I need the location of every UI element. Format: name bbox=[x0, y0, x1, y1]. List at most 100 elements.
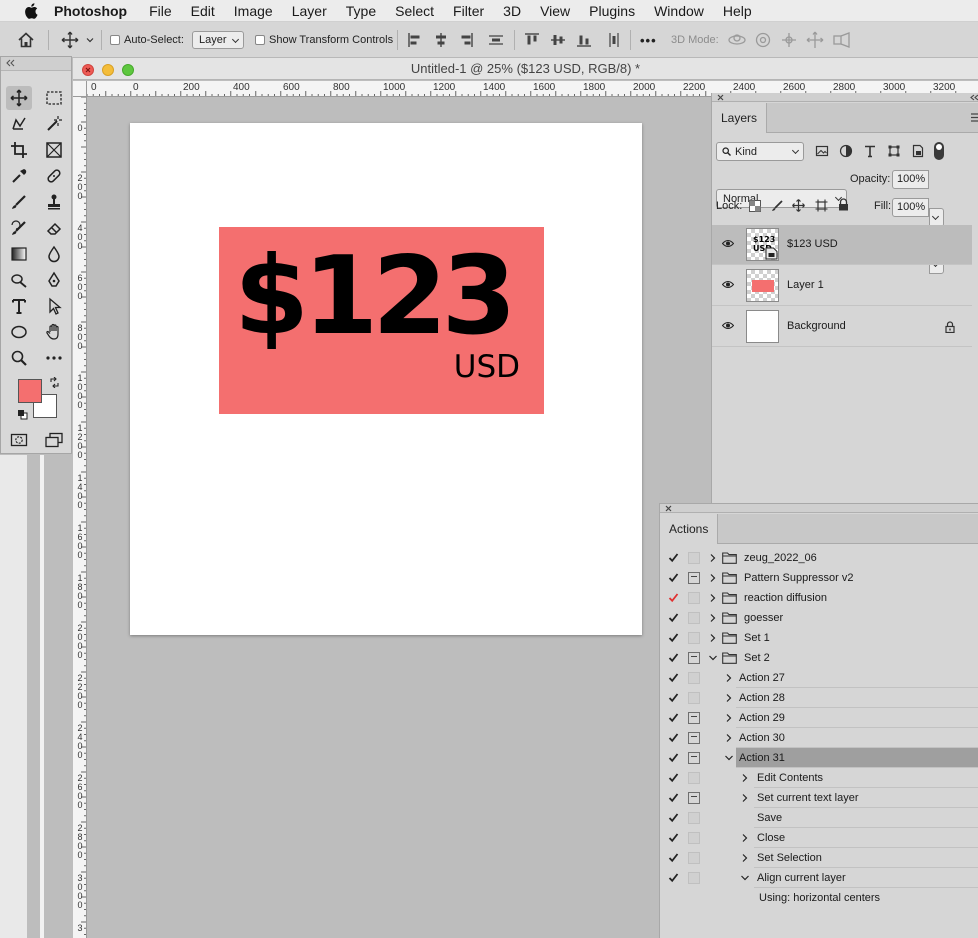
document-title-bar[interactable]: Untitled-1 @ 25% ($123 USD, RGB/8) * bbox=[73, 58, 978, 80]
3d-roll-icon[interactable] bbox=[754, 22, 772, 58]
action-set-row[interactable]: Set 2 bbox=[660, 648, 978, 668]
chevron-down-icon[interactable] bbox=[86, 22, 94, 58]
menu-type[interactable]: Type bbox=[346, 3, 376, 19]
toggle-item-checkmark-icon[interactable] bbox=[668, 752, 679, 763]
more-tools-icon[interactable] bbox=[41, 346, 67, 370]
3d-slide-icon[interactable] bbox=[806, 22, 824, 58]
dodge-tool-icon[interactable] bbox=[6, 268, 32, 292]
toggle-dialog-box[interactable] bbox=[688, 772, 700, 784]
eyedropper-tool-icon[interactable] bbox=[6, 164, 32, 188]
layers-panel-header[interactable] bbox=[712, 93, 978, 102]
chevron-down-icon[interactable] bbox=[724, 753, 734, 763]
action-set-row[interactable]: Pattern Suppressor v2 bbox=[660, 568, 978, 588]
3d-pan-icon[interactable] bbox=[780, 22, 798, 58]
eye-icon[interactable] bbox=[722, 280, 734, 289]
eraser-tool-icon[interactable] bbox=[41, 216, 67, 240]
chevron-right-icon[interactable] bbox=[740, 793, 750, 803]
layer-name[interactable]: Background bbox=[787, 320, 846, 332]
menu-plugins[interactable]: Plugins bbox=[589, 3, 635, 19]
magic-wand-tool-icon[interactable] bbox=[41, 112, 67, 136]
menu-image[interactable]: Image bbox=[234, 3, 273, 19]
frame-tool-icon[interactable] bbox=[41, 138, 67, 162]
panel-menu-icon[interactable] bbox=[971, 113, 978, 122]
tab-actions[interactable]: Actions bbox=[660, 514, 719, 544]
clone-stamp-tool-icon[interactable] bbox=[41, 190, 67, 214]
auto-select-target-dropdown[interactable]: Layer bbox=[192, 31, 244, 49]
lock-image-pixels-icon[interactable] bbox=[771, 199, 784, 212]
chevron-right-icon[interactable] bbox=[724, 713, 734, 723]
toggle-dialog-box[interactable] bbox=[688, 652, 700, 664]
toggle-item-checkmark-icon[interactable] bbox=[668, 592, 679, 603]
toggle-item-checkmark-icon[interactable] bbox=[668, 732, 679, 743]
menu-help[interactable]: Help bbox=[723, 3, 752, 19]
layer-name[interactable]: $123 USD bbox=[787, 238, 838, 250]
toggle-item-checkmark-icon[interactable] bbox=[668, 572, 679, 583]
toggle-dialog-box[interactable] bbox=[688, 632, 700, 644]
blur-tool-icon[interactable] bbox=[41, 242, 67, 266]
toggle-dialog-box[interactable] bbox=[688, 832, 700, 844]
swap-colors-icon[interactable] bbox=[49, 377, 60, 388]
chevron-right-icon[interactable] bbox=[708, 593, 718, 603]
toggle-item-checkmark-icon[interactable] bbox=[668, 832, 679, 843]
chevron-right-icon[interactable] bbox=[724, 673, 734, 683]
layer-thumbnail[interactable]: $123 USD bbox=[746, 228, 779, 261]
distribute-horizontal-icon[interactable] bbox=[606, 22, 622, 58]
tools-panel-header[interactable] bbox=[1, 57, 71, 71]
toggle-dialog-box[interactable] bbox=[688, 552, 700, 564]
menu-filter[interactable]: Filter bbox=[453, 3, 484, 19]
toggle-dialog-box[interactable] bbox=[688, 692, 700, 704]
chevron-right-icon[interactable] bbox=[708, 553, 718, 563]
eye-icon[interactable] bbox=[722, 321, 734, 330]
action-row[interactable]: Action 27 bbox=[660, 668, 978, 688]
lock-all-icon[interactable] bbox=[838, 198, 849, 211]
align-top-edges-icon[interactable] bbox=[524, 22, 540, 58]
chevron-right-icon[interactable] bbox=[708, 573, 718, 583]
lock-position-icon[interactable] bbox=[792, 199, 805, 212]
toggle-dialog-box[interactable] bbox=[688, 572, 700, 584]
align-horizontal-centers-icon[interactable] bbox=[433, 22, 449, 58]
lock-artboard-icon[interactable] bbox=[815, 199, 828, 212]
toggle-dialog-box[interactable] bbox=[688, 612, 700, 624]
opacity-input[interactable]: 100% bbox=[892, 170, 929, 189]
ruler-origin[interactable] bbox=[73, 81, 87, 97]
home-icon[interactable] bbox=[17, 22, 35, 58]
toggle-dialog-box[interactable] bbox=[688, 712, 700, 724]
action-set-row[interactable]: goesser bbox=[660, 608, 978, 628]
layer-row[interactable]: Layer 1 bbox=[712, 266, 972, 306]
tab-layers[interactable]: Layers bbox=[712, 103, 768, 133]
hand-tool-icon[interactable] bbox=[41, 320, 67, 344]
auto-select-checkbox[interactable]: Auto-Select: bbox=[110, 22, 184, 58]
toggle-item-checkmark-icon[interactable] bbox=[668, 552, 679, 563]
brush-tool-icon[interactable] bbox=[6, 190, 32, 214]
spot-healing-brush-tool-icon[interactable] bbox=[41, 164, 67, 188]
layer-filter-kind-dropdown[interactable]: Kind bbox=[716, 142, 804, 161]
action-set-row[interactable]: Set 1 bbox=[660, 628, 978, 648]
layer-thumbnail[interactable] bbox=[746, 269, 779, 302]
history-brush-tool-icon[interactable] bbox=[6, 216, 32, 240]
toggle-dialog-box[interactable] bbox=[688, 872, 700, 884]
price-text[interactable]: $123 bbox=[234, 235, 517, 359]
align-left-edges-icon[interactable] bbox=[407, 22, 423, 58]
menu-view[interactable]: View bbox=[540, 3, 570, 19]
eye-icon[interactable] bbox=[722, 239, 734, 248]
align-bottom-edges-icon[interactable] bbox=[576, 22, 592, 58]
toggle-item-checkmark-icon[interactable] bbox=[668, 712, 679, 723]
move-tool-icon[interactable] bbox=[6, 86, 32, 110]
path-selection-tool-icon[interactable] bbox=[41, 294, 67, 318]
move-tool-preset-icon[interactable] bbox=[60, 22, 80, 58]
toggle-dialog-box[interactable] bbox=[688, 592, 700, 604]
actions-panel-header[interactable] bbox=[660, 504, 978, 513]
chevron-down-icon[interactable] bbox=[708, 653, 718, 663]
apple-icon[interactable] bbox=[20, 2, 42, 19]
quick-mask-icon[interactable] bbox=[6, 428, 32, 452]
toggle-dialog-box[interactable] bbox=[688, 812, 700, 824]
toggle-dialog-box[interactable] bbox=[688, 752, 700, 764]
menu-app-photoshop[interactable]: Photoshop bbox=[54, 3, 127, 19]
toggle-item-checkmark-icon[interactable] bbox=[668, 652, 679, 663]
action-row[interactable]: Action 29 bbox=[660, 708, 978, 728]
layer-row[interactable]: Background bbox=[712, 307, 972, 347]
chevron-right-icon[interactable] bbox=[708, 633, 718, 643]
type-tool-icon[interactable] bbox=[6, 294, 32, 318]
align-vertical-centers-icon[interactable] bbox=[550, 22, 566, 58]
toggle-item-checkmark-icon[interactable] bbox=[668, 772, 679, 783]
